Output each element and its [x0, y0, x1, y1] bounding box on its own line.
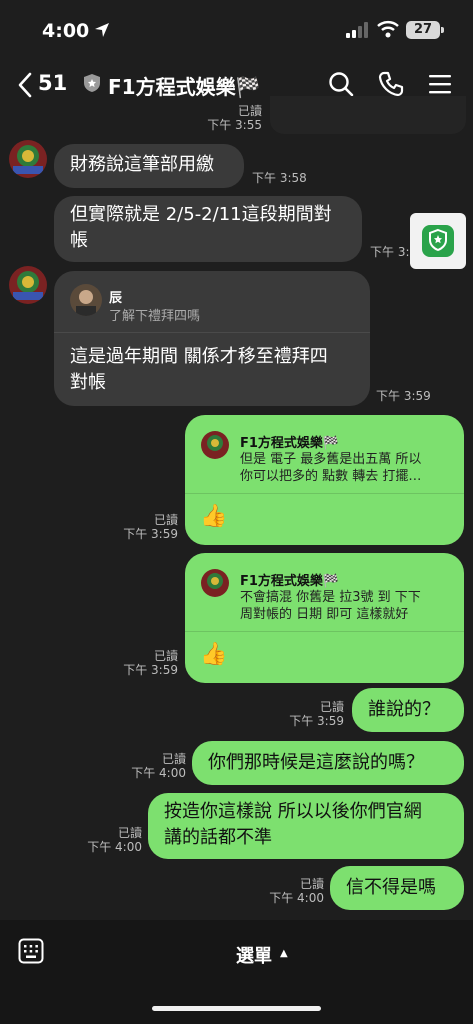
avatar[interactable]: [9, 266, 47, 304]
quoted-sender: F1方程式娛樂🏁: [240, 436, 340, 451]
avatar[interactable]: [9, 140, 47, 178]
quoted-text: 但是 電子 最多舊是出五萬 所以 你可以把多的 點數 轉去 打擺…: [240, 451, 455, 485]
menu-toggle-label[interactable]: 選單: [236, 942, 272, 968]
message-time: 下午 4:00: [269, 891, 324, 905]
message-bubble[interactable]: 按造你這樣說 所以以後你們官網 講的話都不準: [148, 793, 464, 859]
quote-divider: [185, 631, 464, 632]
message-bubble[interactable]: 信不得是嗎: [330, 866, 464, 910]
search-icon[interactable]: [328, 71, 354, 97]
read-receipt: 已讀: [237, 104, 262, 118]
quoted-text-line: 不會搞混 你舊是 拉3號 到 下下: [240, 590, 421, 605]
quoted-avatar: [201, 569, 229, 597]
thumbs-up-emoji: 👍: [200, 642, 228, 667]
quoted-text: 不會搞混 你舊是 拉3號 到 下下 周對帳的 日期 即可 這樣就好: [240, 589, 455, 623]
message-time: 下午 3:59: [376, 389, 431, 403]
message-text-line: 講的話都不準: [164, 827, 272, 848]
message-text: 誰說的？: [368, 699, 440, 720]
location-arrow-icon: [95, 23, 109, 37]
message-text-line: 對帳: [70, 372, 106, 393]
quoted-avatar: [70, 284, 102, 316]
read-receipt: 已讀: [153, 513, 178, 527]
quoted-avatar: [201, 431, 229, 459]
unread-count[interactable]: 51: [38, 71, 67, 95]
quote-divider: [185, 493, 464, 494]
quoted-sender: 辰: [109, 291, 123, 306]
battery-indicator: 27: [406, 21, 440, 39]
message-text-line: 帳: [70, 230, 88, 251]
message-time: 下午 4:00: [87, 840, 142, 854]
back-icon[interactable]: [16, 72, 34, 98]
chat-title[interactable]: F1方程式娛樂🏁: [108, 71, 260, 100]
message-bubble[interactable]: 你們那時候是這麼說的嗎？: [192, 741, 464, 785]
message-time: 下午 3:55: [207, 118, 262, 132]
shield-icon: [84, 74, 100, 92]
home-indicator[interactable]: [152, 1006, 321, 1011]
message-time: 下午 3:58: [252, 171, 307, 185]
avatar-image: [9, 140, 47, 178]
message-text-line: 按造你這樣說 所以以後你們官網: [164, 801, 422, 822]
message-text: 這是過年期間 關係才移至禮拜四 對帳: [70, 344, 328, 396]
message-bubble[interactable]: 誰說的？: [352, 688, 464, 732]
message-text-line: 但實際就是 2/5-2/11這段期間對: [70, 204, 332, 225]
quote-divider: [54, 332, 370, 333]
phone-call-icon[interactable]: [378, 71, 404, 97]
message-bubble[interactable]: 但實際就是 2/5-2/11這段期間對 帳: [54, 196, 362, 262]
message-time: 下午 3:59: [289, 714, 344, 728]
quoted-text: 了解下禮拜四嗎: [109, 309, 201, 324]
message-text-line: 這是過年期間 關係才移至禮拜四: [70, 346, 328, 367]
battery-tip: [441, 27, 444, 33]
message-time: 下午 3:59: [123, 527, 178, 541]
message-text: 財務說這筆部用繳: [70, 154, 214, 175]
partial-outgoing-bubble[interactable]: [270, 96, 466, 134]
status-time: 4:00: [42, 20, 90, 42]
hamburger-menu-icon[interactable]: [428, 73, 452, 95]
keyboard-icon[interactable]: [18, 938, 44, 964]
message-bubble[interactable]: 財務說這筆部用繳: [54, 144, 244, 188]
quoted-text-line: 你可以把多的 點數 轉去 打擺…: [240, 469, 422, 484]
caret-up-icon[interactable]: ▲: [280, 948, 288, 959]
signal-icon: [346, 22, 368, 38]
shield-star-icon: [422, 225, 454, 257]
read-receipt: 已讀: [161, 752, 186, 766]
message-text: 信不得是嗎: [346, 877, 436, 898]
message-time: 下午 4:00: [131, 766, 186, 780]
quoted-avatar-image: [70, 284, 102, 316]
avatar-image: [9, 266, 47, 304]
read-receipt: 已讀: [117, 826, 142, 840]
quoted-sender: F1方程式娛樂🏁: [240, 574, 340, 589]
read-receipt: 已讀: [153, 649, 178, 663]
quoted-text-line: 周對帳的 日期 即可 這樣就好: [240, 607, 409, 622]
read-receipt: 已讀: [299, 877, 324, 891]
quoted-text-line: 但是 電子 最多舊是出五萬 所以: [240, 452, 422, 467]
message-text: 你們那時候是這麼說的嗎？: [208, 752, 424, 773]
thumbs-up-emoji: 👍: [200, 504, 228, 529]
wifi-icon: [377, 21, 399, 38]
quoted-avatar-image: [201, 569, 229, 597]
quoted-avatar-image: [201, 431, 229, 459]
read-receipt: 已讀: [319, 700, 344, 714]
message-time: 下午 3:59: [123, 663, 178, 677]
floating-shield-button[interactable]: [410, 213, 466, 269]
